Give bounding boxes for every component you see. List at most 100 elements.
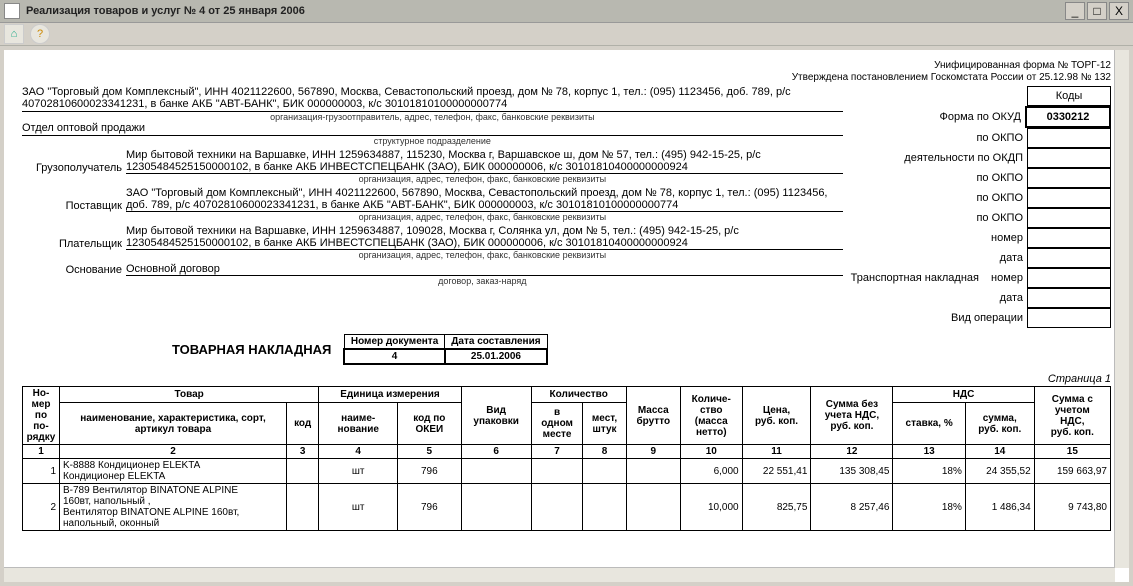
lbl-vid: Вид операции	[951, 310, 1027, 326]
supplier: ЗАО "Торговый дом Комплексный", ИНН 4021…	[126, 187, 843, 212]
th-okei: код по ОКЕИ	[398, 403, 462, 445]
department-sub: структурное подразделение	[22, 136, 843, 146]
col-num: 5	[398, 445, 462, 459]
app-window: Реализация товаров и услуг № 4 от 25 янв…	[0, 0, 1133, 586]
col-num: 9	[626, 445, 680, 459]
vertical-scrollbar[interactable]	[1114, 50, 1129, 568]
sender-sub: организация-грузоотправитель, адрес, тел…	[22, 112, 843, 122]
th-qty: Количество	[531, 387, 626, 403]
okud-code: 0330212	[1026, 107, 1110, 127]
cell: 9 743,80	[1034, 484, 1110, 531]
lbl-okpo4: по ОКПО	[976, 210, 1027, 226]
col-num: 14	[965, 445, 1034, 459]
th-unit: Единица измерения	[319, 387, 461, 403]
department: Отдел оптовой продажи	[22, 122, 843, 136]
col-num: 11	[742, 445, 811, 459]
cell	[583, 484, 626, 531]
basis-sub: договор, заказ-наряд	[122, 276, 843, 286]
cell: 825,75	[742, 484, 811, 531]
lbl-trans: Транспортная накладная	[851, 270, 983, 286]
cell: B-789 Вентилятор BINATONE ALPINE 160вт, …	[60, 484, 287, 531]
form-number: Унифицированная форма № ТОРГ-12	[22, 60, 1111, 72]
supplier-label: Поставщик	[22, 200, 126, 212]
col-num: 12	[811, 445, 893, 459]
horizontal-scrollbar[interactable]	[4, 567, 1115, 582]
col-num: 6	[461, 445, 531, 459]
okdp-cell	[1028, 149, 1111, 168]
th-gross: Масса брутто	[626, 387, 680, 445]
lbl-okpo1: по ОКПО	[976, 130, 1027, 146]
cell: 2	[23, 484, 60, 531]
close-button[interactable]: X	[1109, 2, 1129, 20]
lbl-okud: Форма по ОКУД	[940, 109, 1026, 125]
cell: 10,000	[680, 484, 742, 531]
toolbar: ⌂ ?	[0, 23, 1133, 46]
doc-title-row: ТОВАРНАЯ НАКЛАДНАЯ Номер документа Дата …	[172, 334, 1111, 365]
th-vatsum: сумма, руб. коп.	[965, 403, 1034, 445]
table-row: 2B-789 Вентилятор BINATONE ALPINE 160вт,…	[23, 484, 1111, 531]
cell: шт	[319, 484, 398, 531]
okpo2-cell	[1028, 169, 1111, 188]
th-pack: Вид упаковки	[461, 387, 531, 445]
form-approved: Утверждена постановлением Госкомстата Ро…	[22, 72, 1111, 84]
cell: шт	[319, 459, 398, 484]
sender-org: ЗАО "Торговый дом Комплексный", ИНН 4021…	[22, 86, 843, 112]
table-row: 1K-8888 Кондиционер ELEKTA Кондиционер E…	[23, 459, 1111, 484]
form-info: Унифицированная форма № ТОРГ-12 Утвержде…	[22, 60, 1111, 84]
codes-block: Коды Форма по ОКУД0330212 по ОКПО деятел…	[851, 86, 1111, 328]
th-num: Но- мер по по- рядку	[23, 387, 60, 445]
trans-date-cell	[1028, 289, 1111, 308]
cell: 1 486,34	[965, 484, 1034, 531]
lbl-okpo2: по ОКПО	[976, 170, 1027, 186]
page-number: Страница 1	[22, 373, 1111, 385]
payer-label: Плательщик	[22, 238, 126, 250]
col-num: 13	[893, 445, 965, 459]
basis-label: Основание	[22, 264, 126, 276]
lbl-okpo3: по ОКПО	[976, 190, 1027, 206]
cell: 6,000	[680, 459, 742, 484]
doc-title: ТОВАРНАЯ НАКЛАДНАЯ	[172, 342, 331, 357]
lbl-date2: дата	[1000, 290, 1027, 306]
cell	[287, 459, 319, 484]
th-net: Количе- ство (масса нетто)	[680, 387, 742, 445]
th-tovar: Товар	[60, 387, 319, 403]
content-area: Унифицированная форма № ТОРГ-12 Утвержде…	[4, 50, 1129, 582]
main-table: Но- мер по по- рядку Товар Единица измер…	[22, 386, 1111, 531]
th-sum-vat: Сумма с учетом НДС, руб. коп.	[1034, 387, 1110, 445]
window-title: Реализация товаров и услуг № 4 от 25 янв…	[26, 5, 1063, 17]
maximize-button[interactable]: □	[1087, 2, 1107, 20]
doc-num: 4	[344, 349, 444, 364]
th-rate: ставка, %	[893, 403, 965, 445]
number-cell	[1028, 229, 1111, 248]
cell: 18%	[893, 484, 965, 531]
cell	[287, 484, 319, 531]
lbl-date: дата	[1000, 250, 1027, 266]
okpo1-cell	[1028, 129, 1111, 148]
vid-cell	[1028, 309, 1111, 328]
titlebar[interactable]: Реализация товаров и услуг № 4 от 25 янв…	[0, 0, 1133, 23]
print-icon[interactable]: ⌂	[4, 24, 24, 44]
document: Унифицированная форма № ТОРГ-12 Утвержде…	[4, 50, 1129, 535]
okpo4-cell	[1028, 209, 1111, 228]
cell	[626, 459, 680, 484]
doc-date: 25.01.2006	[445, 349, 547, 364]
payer-sub: организация, адрес, телефон, факс, банко…	[122, 250, 843, 260]
cell: 18%	[893, 459, 965, 484]
date-cell	[1028, 249, 1111, 268]
cell	[461, 484, 531, 531]
okpo3-cell	[1028, 189, 1111, 208]
col-num: 1	[23, 445, 60, 459]
col-num: 10	[680, 445, 742, 459]
codes-header: Коды	[1028, 87, 1111, 106]
cell	[531, 459, 583, 484]
th-inone: в одном месте	[531, 403, 583, 445]
col-num: 2	[60, 445, 287, 459]
doc-num-table: Номер документа Дата составления 4 25.01…	[343, 334, 548, 365]
minimize-button[interactable]: _	[1065, 2, 1085, 20]
cell	[583, 459, 626, 484]
cell: 22 551,41	[742, 459, 811, 484]
lbl-number2: номер	[983, 270, 1027, 286]
help-icon[interactable]: ?	[30, 24, 50, 44]
col-num: 15	[1034, 445, 1110, 459]
payer: Мир бытовой техники на Варшавке, ИНН 125…	[126, 225, 843, 250]
